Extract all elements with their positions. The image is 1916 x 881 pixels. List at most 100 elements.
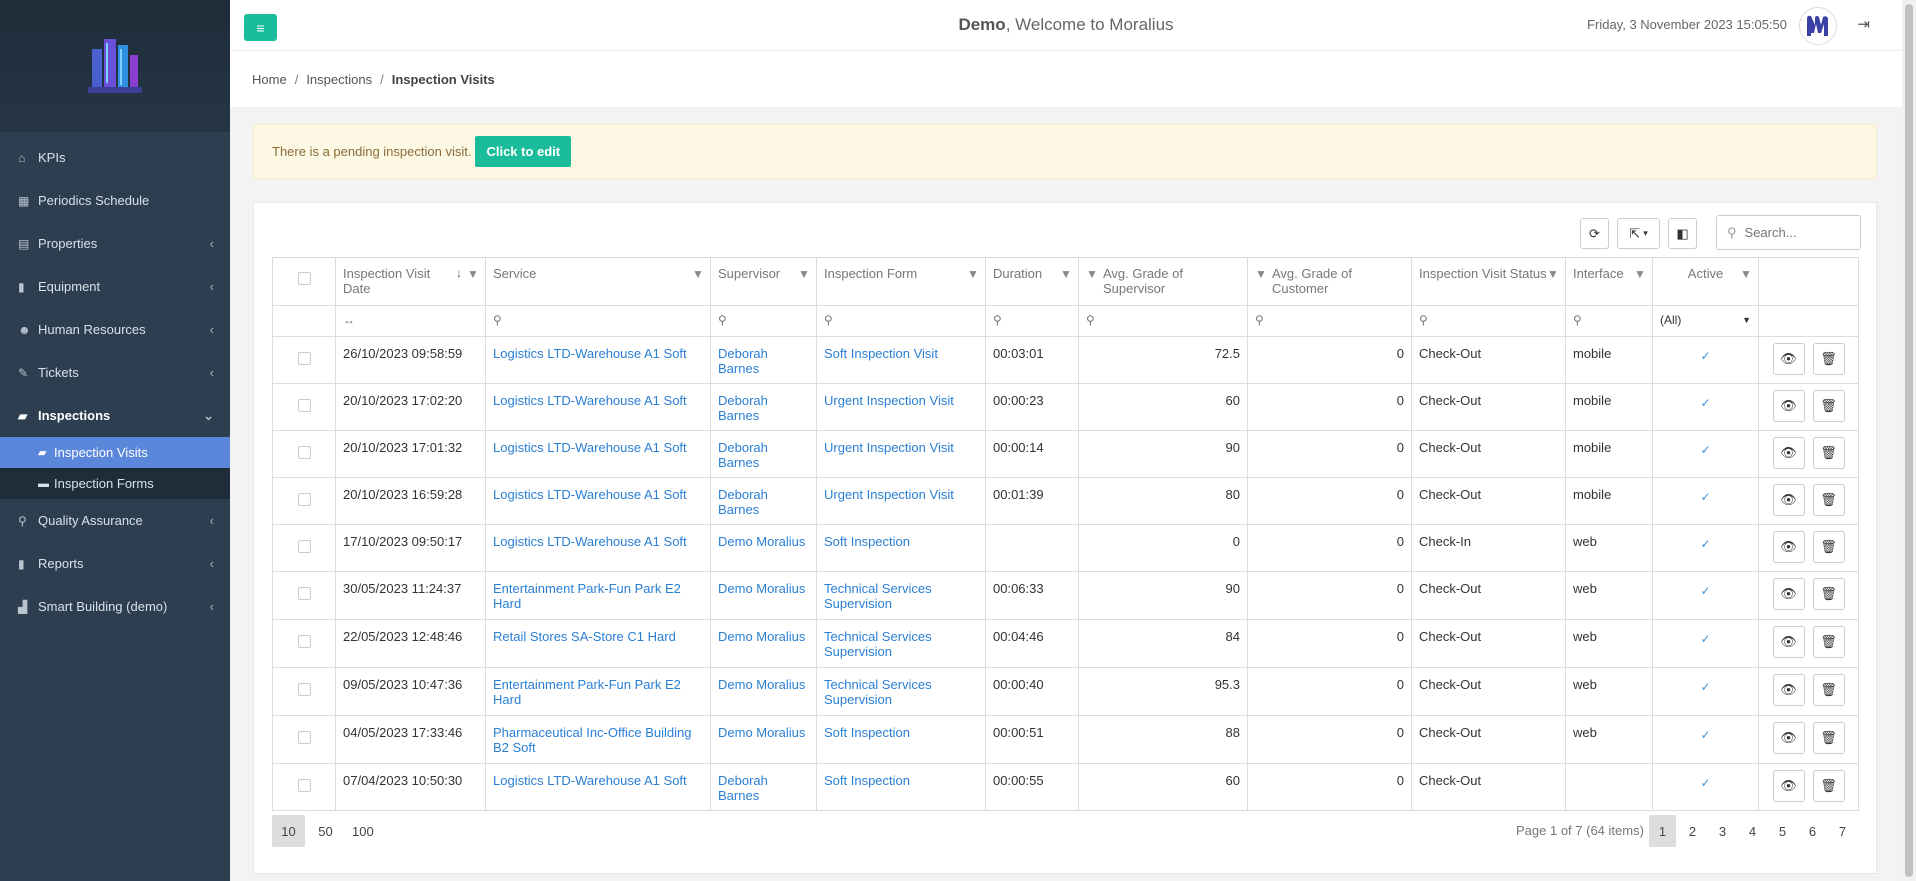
- delete-button[interactable]: 🗑: [1812, 722, 1845, 754]
- row-checkbox[interactable]: [297, 779, 311, 792]
- supervisor-link[interactable]: Demo Moralius: [718, 629, 805, 644]
- avatar[interactable]: [1799, 7, 1837, 45]
- table-row[interactable]: 17/10/2023 09:50:17 Logistics LTD-Warehou…: [272, 524, 1859, 572]
- delete-button[interactable]: 🗑: [1812, 437, 1845, 469]
- filter-cell-date[interactable]: ↔: [335, 305, 486, 337]
- export-button[interactable]: ⇱ ▾: [1617, 218, 1660, 249]
- view-button[interactable]: 👁: [1772, 343, 1805, 375]
- filter-icon[interactable]: ▼: [1255, 267, 1267, 281]
- supervisor-link[interactable]: Deborah Barnes: [718, 773, 768, 803]
- table-row[interactable]: 09/05/2023 10:47:36 Entertainment Park-Fu…: [272, 667, 1859, 716]
- service-link[interactable]: Logistics LTD-Warehouse A1 Soft: [493, 440, 687, 455]
- supervisor-link[interactable]: Demo Moralius: [718, 677, 805, 692]
- view-button[interactable]: 👁: [1772, 437, 1805, 469]
- delete-button[interactable]: 🗑: [1812, 626, 1845, 658]
- inspection-form-link[interactable]: Urgent Inspection Visit: [824, 440, 954, 455]
- row-select-cell[interactable]: [272, 571, 336, 620]
- sidebar-item-properties[interactable]: ▤ Properties ‹: [0, 222, 230, 265]
- active-filter-select[interactable]: (All) ▼: [1660, 313, 1751, 327]
- filter-icon[interactable]: ▼: [1060, 267, 1072, 281]
- row-checkbox[interactable]: [297, 399, 311, 412]
- search-input[interactable]: [1742, 224, 1853, 241]
- delete-button[interactable]: 🗑: [1812, 484, 1845, 516]
- row-select-cell[interactable]: [272, 715, 336, 764]
- page-number-button[interactable]: 4: [1739, 815, 1766, 847]
- column-header-duration[interactable]: Duration ▼: [985, 257, 1079, 306]
- filter-icon[interactable]: ▼: [1634, 267, 1646, 281]
- row-select-cell[interactable]: [272, 383, 336, 431]
- filter-icon[interactable]: ▼: [967, 267, 979, 281]
- supervisor-link[interactable]: Deborah Barnes: [718, 346, 768, 376]
- supervisor-link[interactable]: Demo Moralius: [718, 581, 805, 596]
- breadcrumb-inspections[interactable]: Inspections: [306, 72, 372, 87]
- inspection-form-link[interactable]: Soft Inspection: [824, 534, 910, 549]
- sidebar-item-reports[interactable]: ▮ Reports ‹: [0, 542, 230, 585]
- filter-icon[interactable]: ▼: [1086, 267, 1098, 281]
- table-row[interactable]: 20/10/2023 17:01:32 Logistics LTD-Warehou…: [272, 430, 1859, 478]
- select-all-checkbox[interactable]: [297, 272, 311, 285]
- page-size-option[interactable]: 100: [346, 815, 380, 847]
- page-number-button[interactable]: 7: [1829, 815, 1856, 847]
- date-range-icon[interactable]: ↔: [343, 313, 355, 327]
- page-scrollbar[interactable]: [1902, 0, 1916, 881]
- view-button[interactable]: 👁: [1772, 722, 1805, 754]
- table-row[interactable]: 26/10/2023 09:58:59 Logistics LTD-Warehou…: [272, 336, 1859, 384]
- filter-cell-grade-customer[interactable]: ⚲: [1247, 305, 1412, 337]
- service-link[interactable]: Entertainment Park-Fun Park E2 Hard: [493, 677, 681, 707]
- filter-icon[interactable]: ▼: [467, 267, 479, 281]
- supervisor-link[interactable]: Demo Moralius: [718, 534, 805, 549]
- inspection-form-link[interactable]: Technical Services Supervision: [824, 629, 932, 659]
- row-checkbox[interactable]: [297, 540, 311, 553]
- delete-button[interactable]: 🗑: [1812, 674, 1845, 706]
- row-checkbox[interactable]: [297, 587, 311, 600]
- company-logo[interactable]: [80, 31, 150, 101]
- sidebar-item-inspection-forms[interactable]: ▬ Inspection Forms: [0, 468, 230, 499]
- table-row[interactable]: 30/05/2023 11:24:37 Entertainment Park-Fu…: [272, 571, 1859, 620]
- row-select-cell[interactable]: [272, 477, 336, 525]
- page-number-button[interactable]: 3: [1709, 815, 1736, 847]
- row-checkbox[interactable]: [297, 731, 311, 744]
- inspection-form-link[interactable]: Urgent Inspection Visit: [824, 487, 954, 502]
- column-header-interface[interactable]: Interface ▼: [1565, 257, 1653, 306]
- row-select-cell[interactable]: [272, 336, 336, 384]
- row-select-cell[interactable]: [272, 667, 336, 716]
- filter-cell-interface[interactable]: ⚲: [1565, 305, 1653, 337]
- delete-button[interactable]: 🗑: [1812, 531, 1845, 563]
- row-select-cell[interactable]: [272, 619, 336, 668]
- filter-cell-form[interactable]: ⚲: [816, 305, 986, 337]
- sort-descending-icon[interactable]: ↓: [456, 266, 462, 280]
- filter-cell-duration[interactable]: ⚲: [985, 305, 1079, 337]
- table-row[interactable]: 22/05/2023 12:48:46 Retail Stores SA-Stor…: [272, 619, 1859, 668]
- column-header-status[interactable]: Inspection Visit Status ▼: [1411, 257, 1566, 306]
- delete-button[interactable]: 🗑: [1812, 343, 1845, 375]
- row-checkbox[interactable]: [297, 446, 311, 459]
- view-button[interactable]: 👁: [1772, 578, 1805, 610]
- logout-icon[interactable]: ⇥: [1857, 15, 1870, 33]
- view-button[interactable]: 👁: [1772, 626, 1805, 658]
- supervisor-link[interactable]: Deborah Barnes: [718, 487, 768, 517]
- row-select-cell[interactable]: [272, 524, 336, 572]
- sidebar-item-periodics-schedule[interactable]: ▦ Periodics Schedule: [0, 179, 230, 222]
- table-row[interactable]: 20/10/2023 17:02:20 Logistics LTD-Warehou…: [272, 383, 1859, 431]
- column-header-inspection-form[interactable]: Inspection Form ▼: [816, 257, 986, 306]
- delete-button[interactable]: 🗑: [1812, 390, 1845, 422]
- page-number-button[interactable]: 1: [1649, 815, 1676, 847]
- column-header-service[interactable]: Service ▼: [485, 257, 711, 306]
- service-link[interactable]: Logistics LTD-Warehouse A1 Soft: [493, 773, 687, 788]
- row-select-cell[interactable]: [272, 430, 336, 478]
- filter-icon[interactable]: ▼: [692, 267, 704, 281]
- row-checkbox[interactable]: [297, 635, 311, 648]
- column-chooser-button[interactable]: ◧: [1668, 218, 1697, 249]
- column-header-active[interactable]: Active ▼: [1652, 257, 1759, 306]
- column-header-supervisor[interactable]: Supervisor ▼: [710, 257, 817, 306]
- view-button[interactable]: 👁: [1772, 390, 1805, 422]
- filter-cell-grade-supervisor[interactable]: ⚲: [1078, 305, 1248, 337]
- sidebar-item-quality-assurance[interactable]: ⚲ Quality Assurance ‹: [0, 499, 230, 542]
- supervisor-link[interactable]: Deborah Barnes: [718, 393, 768, 423]
- refresh-button[interactable]: ⟳: [1580, 218, 1609, 249]
- service-link[interactable]: Logistics LTD-Warehouse A1 Soft: [493, 346, 687, 361]
- filter-cell-active[interactable]: (All) ▼: [1652, 305, 1759, 337]
- click-to-edit-button[interactable]: Click to edit: [475, 136, 572, 167]
- row-checkbox[interactable]: [297, 683, 311, 696]
- service-link[interactable]: Pharmaceutical Inc-Office Building B2 So…: [493, 725, 691, 755]
